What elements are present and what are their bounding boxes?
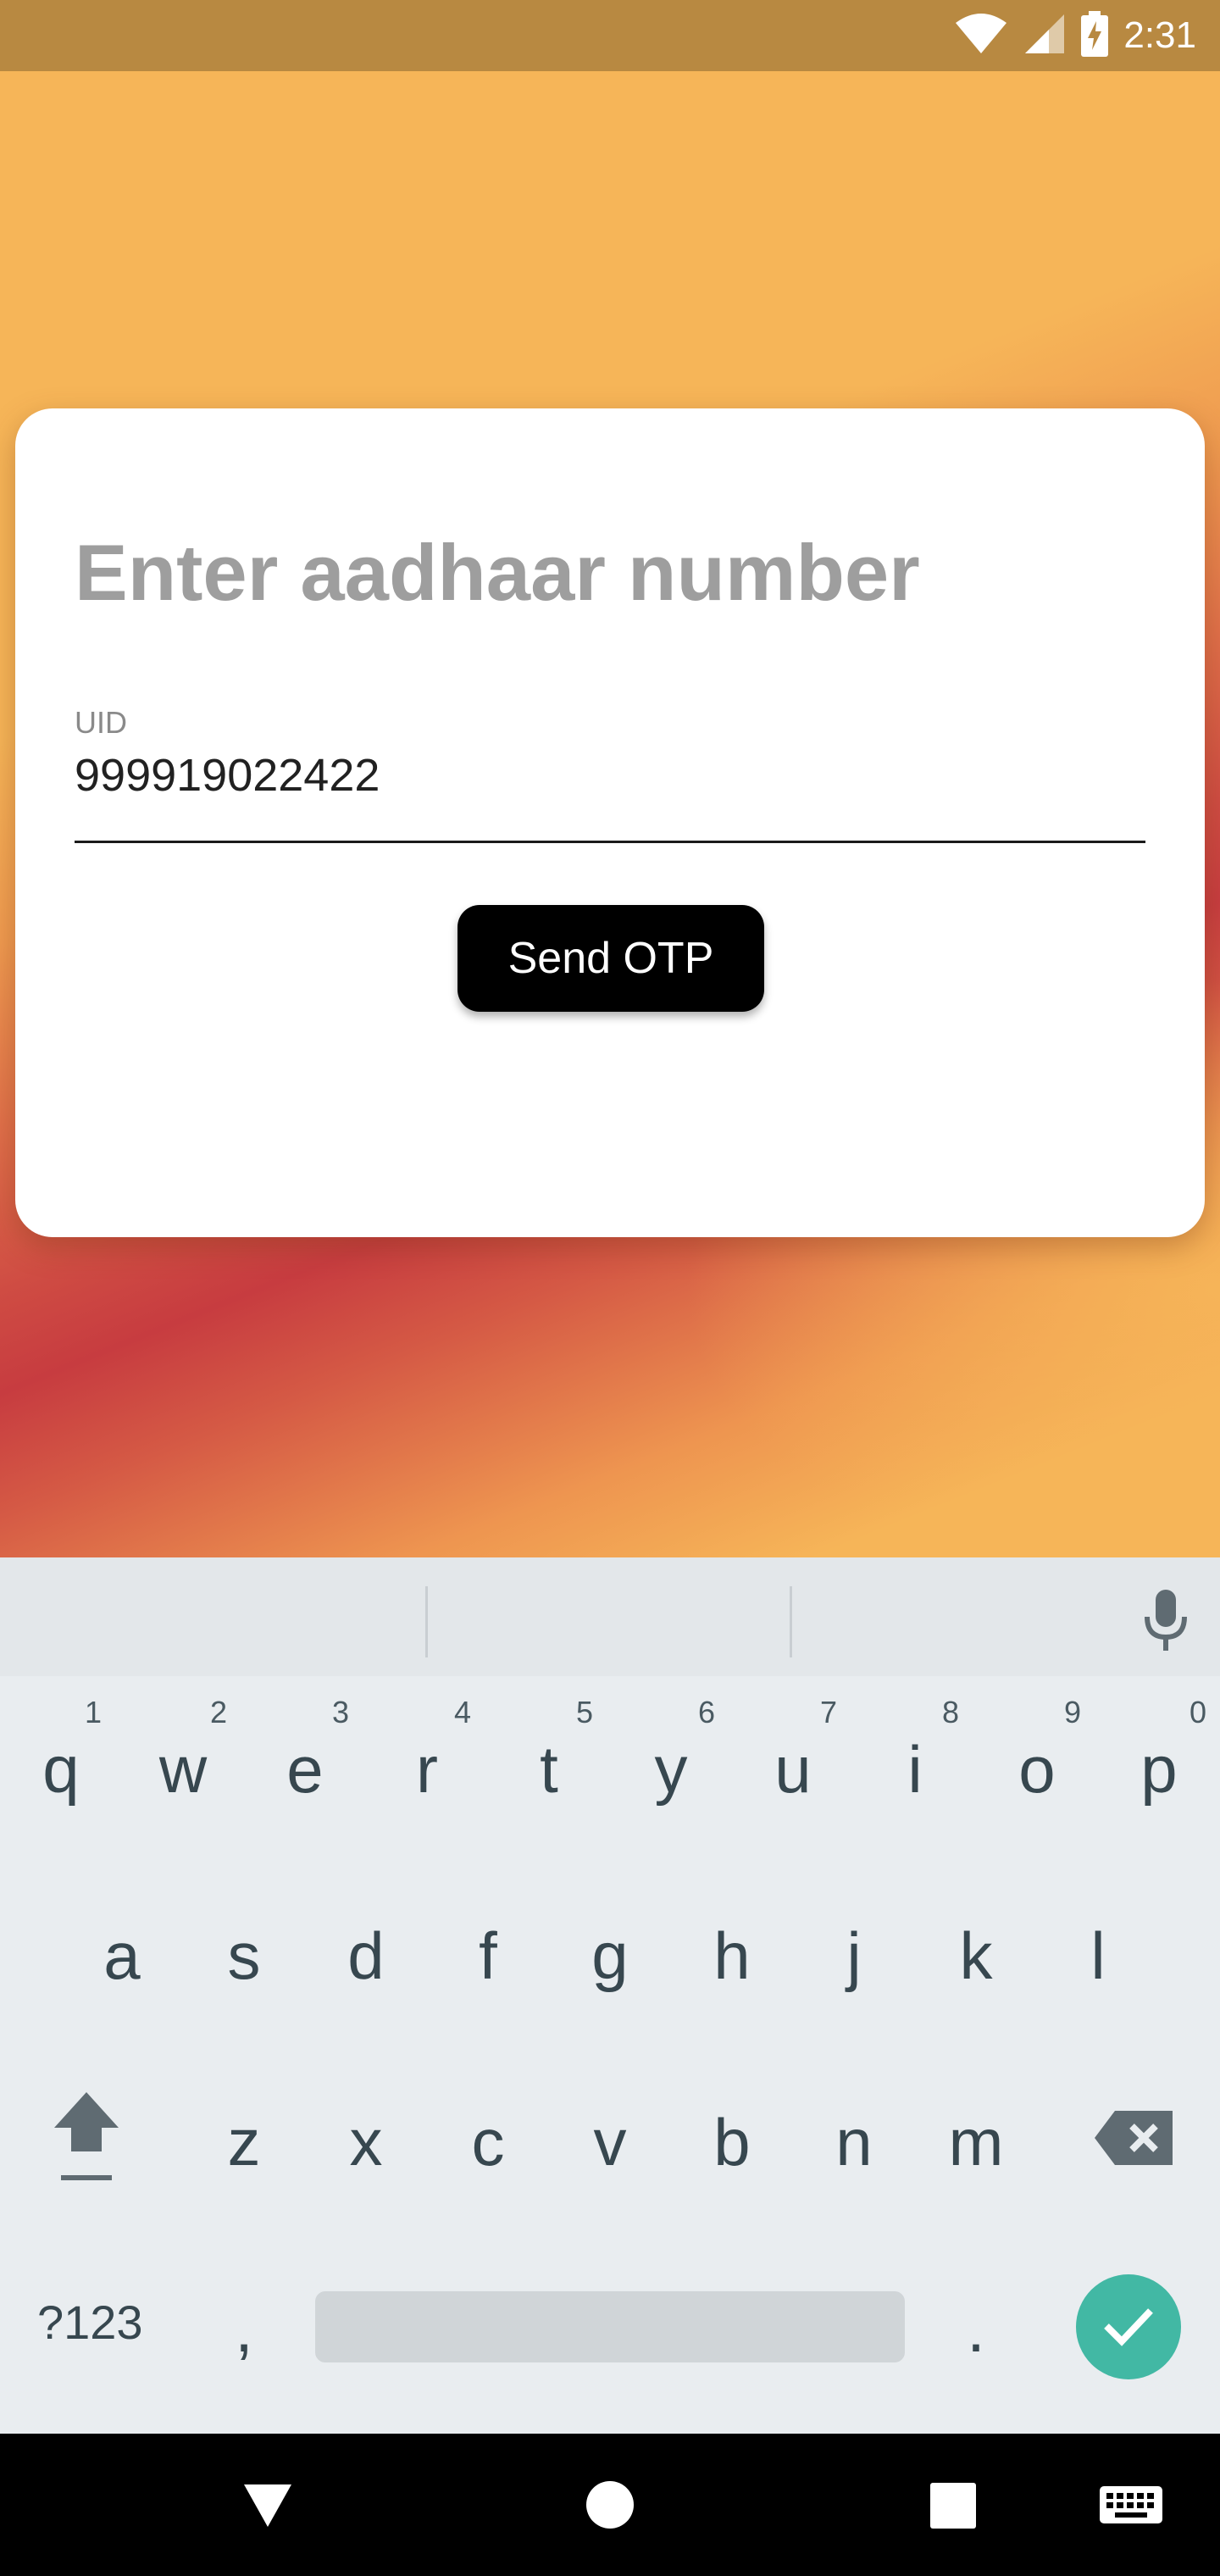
key-hint: 2: [210, 1695, 228, 1729]
signal-icon: [1023, 13, 1066, 59]
key-j[interactable]: j: [793, 1871, 915, 2040]
key-s[interactable]: s: [183, 1871, 305, 2040]
shift-icon: [49, 2084, 124, 2201]
page-title: Enter aadhaar number: [75, 528, 920, 617]
send-otp-button[interactable]: Send OTP: [458, 905, 764, 1012]
symbols-key[interactable]: ?123: [37, 2295, 143, 2350]
keyboard-switch-icon[interactable]: [1100, 2486, 1162, 2533]
key-i[interactable]: i8: [854, 1685, 976, 1854]
key-k[interactable]: k: [915, 1871, 1037, 2040]
key-r[interactable]: r4: [366, 1685, 488, 1854]
status-time: 2:31: [1123, 14, 1196, 56]
key-hint: 0: [1190, 1695, 1207, 1729]
key-c[interactable]: c: [427, 2057, 549, 2227]
backspace-icon: [1095, 2104, 1173, 2181]
key-x[interactable]: x: [305, 2057, 427, 2227]
shift-key[interactable]: [25, 2057, 147, 2227]
key-hint: 5: [576, 1695, 594, 1729]
suggestion-divider: [790, 1586, 792, 1657]
key-d[interactable]: d: [305, 1871, 427, 2040]
key-v[interactable]: v: [549, 2057, 671, 2227]
key-m[interactable]: m: [915, 2057, 1037, 2227]
key-t[interactable]: t5: [488, 1685, 610, 1854]
key-l[interactable]: l: [1037, 1871, 1159, 2040]
key-q[interactable]: q1: [0, 1685, 122, 1854]
wifi-icon: [954, 13, 1008, 59]
navigation-bar: [0, 2434, 1220, 2576]
key-g[interactable]: g: [549, 1871, 671, 2040]
soft-keyboard: q1 w2 e3 r4 t5 y6 u7 i8 o9 p0 a s d f g …: [0, 1557, 1220, 2434]
aadhaar-card: Enter aadhaar number UID 999919022422 Se…: [15, 408, 1205, 1237]
key-hint: 4: [454, 1695, 472, 1729]
key-b[interactable]: b: [671, 2057, 793, 2227]
mic-icon[interactable]: [1142, 1590, 1190, 1658]
backspace-key[interactable]: [1073, 2057, 1195, 2227]
period-key[interactable]: .: [915, 2244, 1037, 2413]
key-hint: 1: [85, 1695, 103, 1729]
key-p[interactable]: p0: [1098, 1685, 1220, 1854]
key-hint: 8: [942, 1695, 960, 1729]
key-hint: 6: [698, 1695, 716, 1729]
back-icon[interactable]: [242, 2481, 293, 2533]
key-a[interactable]: a: [61, 1871, 183, 2040]
suggestion-divider: [425, 1586, 428, 1657]
enter-key[interactable]: [1076, 2274, 1181, 2379]
key-hint: 7: [820, 1695, 838, 1729]
key-hint: 3: [332, 1695, 350, 1729]
key-h[interactable]: h: [671, 1871, 793, 2040]
uid-input[interactable]: 999919022422: [75, 749, 380, 802]
key-f[interactable]: f: [427, 1871, 549, 2040]
battery-charging-icon: [1081, 10, 1109, 61]
uid-label: UID: [75, 705, 127, 740]
checkmark-icon: [1101, 2304, 1156, 2351]
key-w[interactable]: w2: [122, 1685, 244, 1854]
key-y[interactable]: y6: [610, 1685, 732, 1854]
key-n[interactable]: n: [793, 2057, 915, 2227]
key-o[interactable]: o9: [976, 1685, 1098, 1854]
recents-icon[interactable]: [930, 2483, 976, 2533]
key-u[interactable]: u7: [732, 1685, 854, 1854]
key-e[interactable]: e3: [244, 1685, 366, 1854]
status-bar: 2:31: [0, 0, 1220, 71]
key-hint: 9: [1064, 1695, 1082, 1729]
uid-input-underline: [75, 841, 1145, 843]
space-bar[interactable]: [315, 2291, 905, 2362]
suggestion-strip: [0, 1557, 1220, 1676]
key-z[interactable]: z: [183, 2057, 305, 2227]
home-icon[interactable]: [585, 2479, 635, 2534]
comma-key[interactable]: ,: [183, 2244, 305, 2413]
